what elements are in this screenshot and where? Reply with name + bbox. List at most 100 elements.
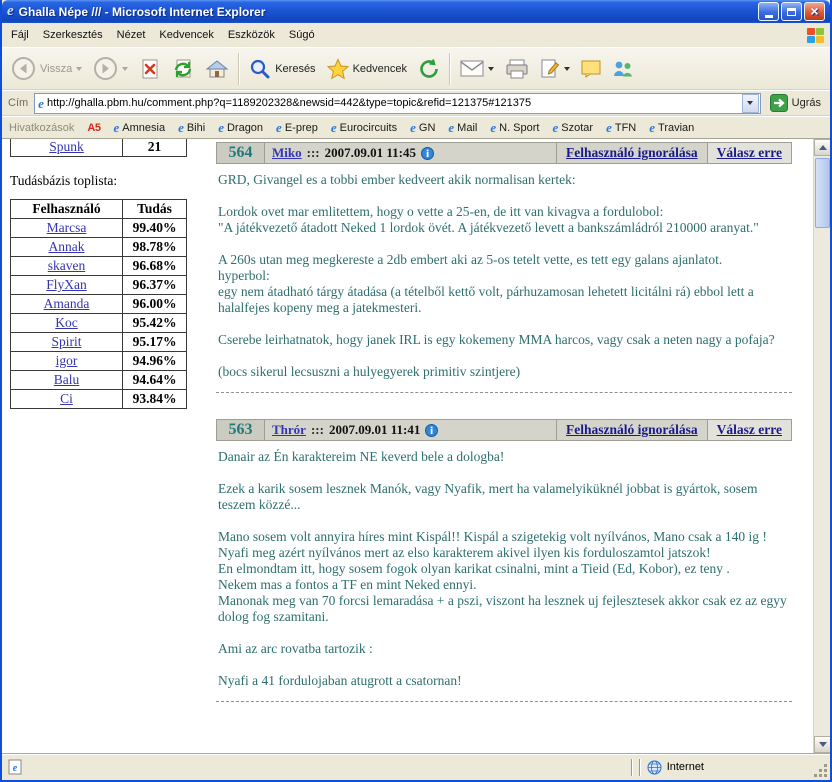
discuss-button[interactable] xyxy=(576,51,606,87)
maximize-button[interactable] xyxy=(781,2,802,21)
minimize-icon xyxy=(765,15,773,18)
menu-edit[interactable]: Szerkesztés xyxy=(36,25,110,45)
minimize-button[interactable] xyxy=(758,2,779,21)
links-bar-item-nsport[interactable]: eN. Sport xyxy=(490,121,539,134)
knowledge-value: 94.64% xyxy=(123,371,187,390)
address-bar: Cím e Ugrás xyxy=(2,90,830,116)
links-bar-item-bihi[interactable]: eBihi xyxy=(178,121,205,134)
address-dropdown-button[interactable] xyxy=(742,94,759,113)
table-row: Annak98.78% xyxy=(11,238,187,257)
link-label: Amnesia xyxy=(122,122,165,134)
post-author-link[interactable]: Thrór xyxy=(272,422,306,438)
address-input[interactable] xyxy=(47,97,739,109)
table-row: igor94.96% xyxy=(11,352,187,371)
mail-dropdown-icon[interactable] xyxy=(488,67,494,71)
refresh-button[interactable] xyxy=(167,51,199,87)
title-bar[interactable]: e Ghalla Népe /// - Microsoft Internet E… xyxy=(2,0,830,23)
user-link[interactable]: igor xyxy=(56,353,78,368)
menu-file[interactable]: Fájl xyxy=(4,25,36,45)
mail-button[interactable] xyxy=(455,51,499,87)
post-author-link[interactable]: Miko xyxy=(272,145,302,161)
links-bar-label: Hivatkozások xyxy=(9,122,74,134)
reply-link[interactable]: Válasz erre xyxy=(717,145,782,161)
favorites-button[interactable]: Kedvencek xyxy=(322,51,412,87)
links-bar-item-gn[interactable]: eGN xyxy=(410,121,435,134)
page-content: Spunk 21 Tudásbázis toplista: Felhasznál… xyxy=(2,139,830,753)
vertical-scrollbar[interactable] xyxy=(813,139,830,753)
ignore-user-link[interactable]: Felhasználó ignorálása xyxy=(566,422,698,438)
user-link[interactable]: skaven xyxy=(48,258,86,273)
scroll-down-icon xyxy=(819,742,827,747)
edit-dropdown-icon[interactable] xyxy=(564,67,570,71)
scroll-down-button[interactable] xyxy=(814,736,830,753)
print-button[interactable] xyxy=(500,51,534,87)
info-icon[interactable] xyxy=(421,147,434,160)
forward-dropdown-icon[interactable] xyxy=(122,67,128,71)
user-link[interactable]: Amanda xyxy=(44,296,90,311)
ie-favicon-icon: e xyxy=(218,121,224,134)
forward-button[interactable] xyxy=(88,51,133,87)
links-bar-item-tfn[interactable]: eTFN xyxy=(606,121,636,134)
links-bar-item-travian[interactable]: eTravian xyxy=(649,121,694,134)
links-bar-item-a5[interactable]: A5 xyxy=(87,122,100,134)
links-bar-item-szotar[interactable]: eSzotar xyxy=(552,121,593,134)
ie-favicon-icon: e xyxy=(331,121,337,134)
menu-tools[interactable]: Eszközök xyxy=(221,25,282,45)
info-icon[interactable] xyxy=(425,424,438,437)
previous-toplist-table: Spunk 21 xyxy=(10,139,187,157)
edit-button[interactable] xyxy=(535,51,575,87)
column-header-user: Felhasználó xyxy=(11,200,123,219)
close-icon: × xyxy=(810,4,818,18)
links-bar-item-amnesia[interactable]: eAmnesia xyxy=(113,121,165,134)
post-header: 563 Thrór ::: 2007.09.01 11:41 Felhaszná… xyxy=(216,419,792,441)
history-button[interactable] xyxy=(413,51,445,87)
user-link[interactable]: Marcsa xyxy=(47,220,87,235)
user-link[interactable]: Ci xyxy=(60,391,73,406)
reply-link[interactable]: Válasz erre xyxy=(717,422,782,438)
back-dropdown-icon[interactable] xyxy=(76,67,82,71)
go-button[interactable]: Ugrás xyxy=(767,94,824,112)
user-link[interactable]: FlyXan xyxy=(46,277,87,292)
refresh-icon xyxy=(172,58,194,80)
table-row: FlyXan96.37% xyxy=(11,276,187,295)
ignore-user-link[interactable]: Felhasználó ignorálása xyxy=(566,145,698,161)
toolbar-separator xyxy=(238,53,240,85)
back-button[interactable]: Vissza xyxy=(6,51,87,87)
user-link[interactable]: Koc xyxy=(55,315,78,330)
links-bar-item-eurocircuits[interactable]: eEurocircuits xyxy=(331,121,397,134)
links-bar-item-eprep[interactable]: eE-prep xyxy=(276,121,318,134)
close-button[interactable]: × xyxy=(804,2,825,21)
user-link-spunk[interactable]: Spunk xyxy=(49,139,84,154)
user-value: 21 xyxy=(123,139,187,157)
edit-icon xyxy=(540,59,560,79)
scroll-up-button[interactable] xyxy=(814,139,830,156)
link-label: GN xyxy=(419,122,436,134)
a5-favicon-icon: A5 xyxy=(87,122,100,134)
internet-globe-icon xyxy=(647,760,662,775)
resize-grip[interactable] xyxy=(815,765,829,779)
ie-favicon-icon: e xyxy=(552,121,558,134)
scroll-up-icon xyxy=(819,145,827,150)
home-button[interactable] xyxy=(200,51,234,87)
user-link[interactable]: Balu xyxy=(54,372,80,387)
address-input-box[interactable]: e xyxy=(34,93,760,114)
back-icon xyxy=(11,56,36,81)
window-title: Ghalla Népe /// - Microsoft Internet Exp… xyxy=(19,5,266,19)
user-link[interactable]: Spirit xyxy=(51,334,81,349)
menu-favorites[interactable]: Kedvencek xyxy=(152,25,220,45)
messenger-button[interactable] xyxy=(607,51,639,87)
reply-cell: Válasz erre xyxy=(707,143,791,163)
menu-view[interactable]: Nézet xyxy=(110,25,153,45)
user-link[interactable]: Annak xyxy=(49,239,85,254)
scrollbar-thumb[interactable] xyxy=(815,158,830,228)
links-bar-item-mail[interactable]: eMail xyxy=(448,121,477,134)
table-header-row: Felhasználó Tudás xyxy=(11,200,187,219)
menu-help[interactable]: Súgó xyxy=(282,25,322,45)
stop-button[interactable] xyxy=(134,51,166,87)
status-bar: e Internet xyxy=(2,753,830,780)
links-bar-item-dragon[interactable]: eDragon xyxy=(218,121,263,134)
knowledge-value: 96.00% xyxy=(123,295,187,314)
status-separator xyxy=(631,759,633,776)
table-row: Balu 94.64% xyxy=(11,371,187,390)
search-button[interactable]: Keresés xyxy=(244,51,320,87)
